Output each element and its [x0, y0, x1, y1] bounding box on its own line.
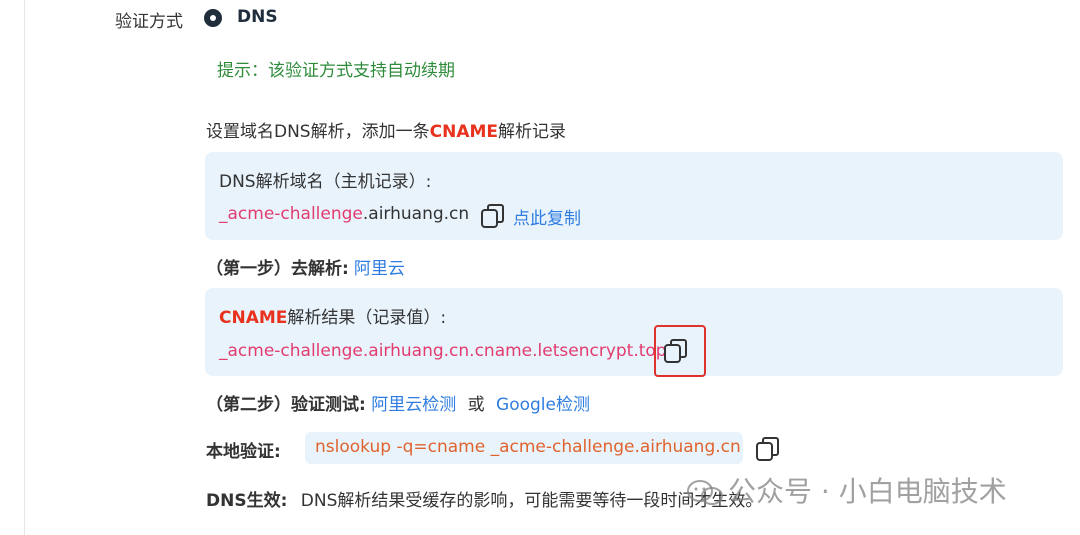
copy-icon[interactable]: [755, 436, 781, 462]
dns-effect-row: DNS生效: DNS解析结果受缓存的影响，可能需要等待一段时间才生效。: [206, 486, 762, 511]
aliyun-resolve-link[interactable]: 阿里云: [354, 259, 405, 279]
method-label: 验证方式: [115, 12, 183, 32]
host-record-value: _acme-challenge.airhuang.cn: [219, 204, 469, 224]
or-text: 或: [467, 395, 485, 415]
google-check-link[interactable]: Google检测: [496, 395, 590, 415]
aliyun-check-link[interactable]: 阿里云检测: [371, 395, 456, 415]
cname-result-value: _acme-challenge.airhuang.cn.cname.letsen…: [219, 341, 667, 361]
copy-host-link[interactable]: 点此复制: [513, 204, 581, 229]
host-record-panel: [205, 152, 1063, 240]
step2-label: （第二步）验证测试:: [206, 395, 366, 415]
highlight-box: [654, 325, 706, 377]
host-record-title: DNS解析域名（主机记录）:: [219, 172, 432, 192]
copy-icon[interactable]: [480, 203, 506, 229]
step2-row: （第二步）验证测试: 阿里云检测 或 Google检测: [206, 390, 590, 415]
cname-result-panel: [205, 288, 1063, 376]
instruction-cname: CNAME: [429, 122, 498, 142]
instruction-suffix: 解析记录: [498, 122, 566, 142]
cname-title-highlight: CNAME: [219, 308, 288, 328]
host-record-domain: .airhuang.cn: [362, 204, 470, 224]
instruction-prefix: 设置域名DNS解析，添加一条: [206, 122, 430, 142]
step1-label: （第一步）去解析:: [206, 259, 349, 279]
step1-row: （第一步）去解析: 阿里云: [206, 254, 405, 279]
nslookup-command: nslookup -q=cname _acme-challenge.airhua…: [315, 437, 741, 457]
cname-title-rest: 解析结果（记录值）:: [287, 308, 447, 328]
watermark-text: 公众号 · 小白电脑技术: [728, 475, 1007, 508]
host-record-prefix: _acme-challenge: [219, 204, 363, 224]
left-divider: [24, 0, 25, 535]
dns-radio[interactable]: [204, 9, 222, 27]
auto-renew-tip: 提示：该验证方式支持自动续期: [217, 61, 455, 81]
instruction-text: 设置域名DNS解析，添加一条CNAME解析记录: [206, 117, 566, 142]
local-verify-label: 本地验证:: [206, 442, 281, 462]
wechat-icon: [686, 478, 726, 508]
dns-effect-label: DNS生效:: [206, 491, 288, 511]
cname-result-title: CNAME解析结果（记录值）:: [219, 303, 446, 328]
method-value: DNS: [237, 7, 278, 27]
